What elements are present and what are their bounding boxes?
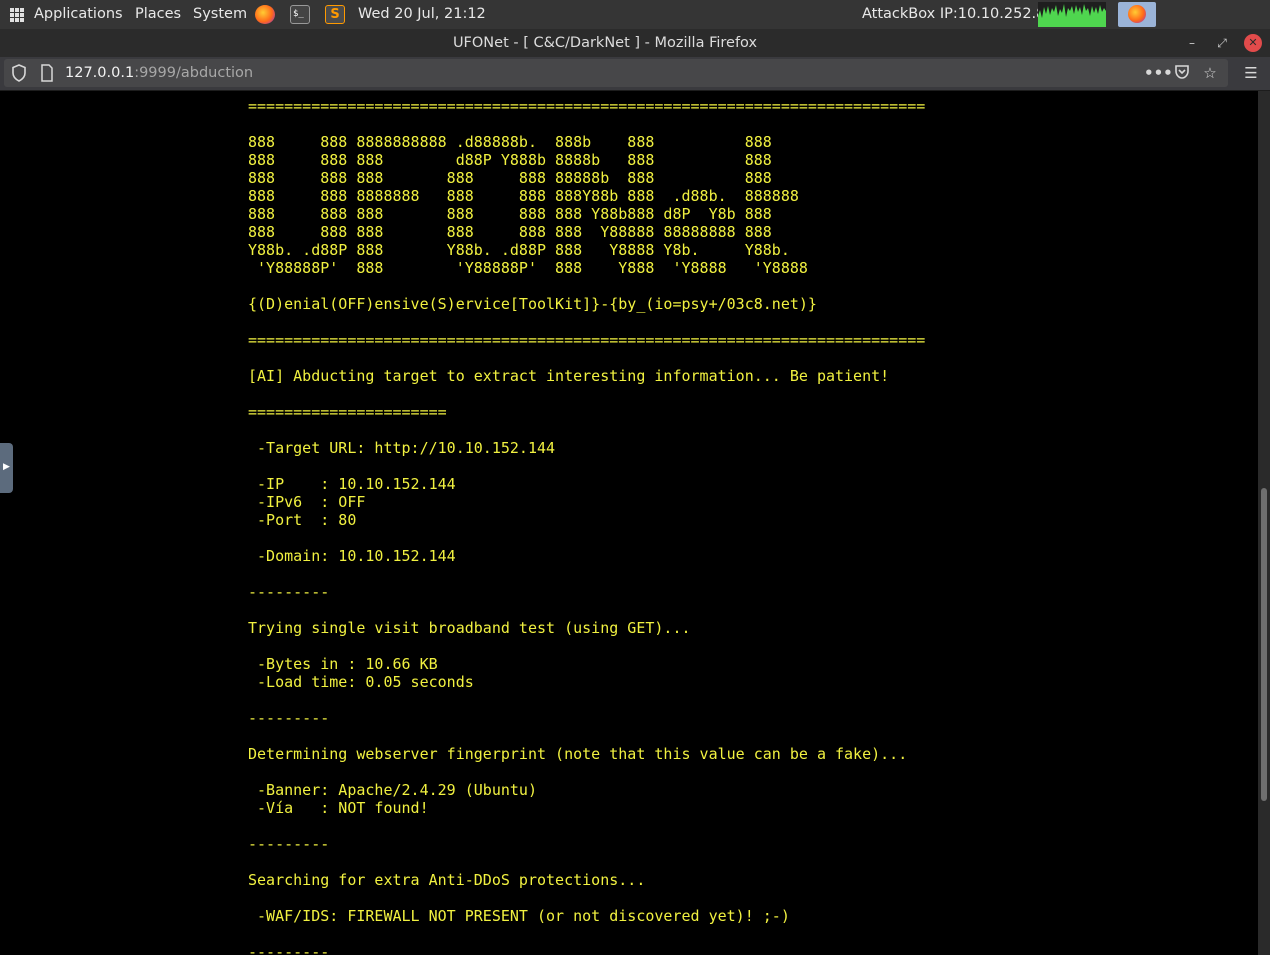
output-line: ========================================… [248,97,926,115]
window-title: UFONet - [ C&C/DarkNet ] - Mozilla Firef… [452,35,758,51]
output-line: 888 888 8888888 888 888 888Y88b 888 .d88… [248,187,799,205]
top-panel: Applications Places System $_ S Wed 20 J… [0,0,1270,29]
output-line: -IP : 10.10.152.144 [248,475,456,493]
output-line: --------- [248,835,330,853]
output-line: --------- [248,583,330,601]
side-panel-handle[interactable]: ▶ [0,443,13,493]
pocket-icon[interactable] [1173,64,1191,82]
output-line: Searching for extra Anti-DDoS protection… [248,871,646,889]
network-monitor-graph [1038,2,1106,27]
output-line: -Target URL: http://10.10.152.144 [248,439,556,457]
output-line: Y88b. .d88P 888 Y88b. .d88P 888 Y8888 Y8… [248,241,790,259]
window-title-bar: UFONet - [ C&C/DarkNet ] - Mozilla Firef… [0,29,1270,57]
output-line: -Domain: 10.10.152.144 [248,547,456,565]
output-line: {(D)enial(OFF)ensive(S)ervice[ToolKit]}-… [248,295,817,313]
output-line: 888 888 888 d88P Y888b 8888b 888 888 [248,151,772,169]
output-line: 888 888 8888888888 .d88888b. 888b 888 88… [248,133,772,151]
firefox-window-button[interactable] [1118,2,1156,27]
output-line: ====================== [248,403,447,421]
output-line: [AI] Abducting target to extract interes… [248,367,890,385]
output-line: -WAF/IDS: FIREWALL NOT PRESENT (or not d… [248,907,790,925]
output-line: 'Y88888P' 888 'Y88888P' 888 Y888 'Y8888 … [248,259,808,277]
output-line: -IPv6 : OFF [248,493,366,511]
output-line: 888 888 888 888 888 888 Y88b888 d8P Y8b … [248,205,772,223]
output-line: -Load time: 0.05 seconds [248,673,474,691]
maximize-icon[interactable]: ⤢ [1213,34,1231,52]
url-bar[interactable]: 127.0.0.1:9999/abduction ••• ☆ [4,59,1228,87]
output-line: 888 888 888 888 888 88888b 888 888 [248,169,772,187]
url-path: :9999/abduction [134,65,254,81]
grid-icon[interactable] [10,8,24,22]
hamburger-menu-icon[interactable]: ☰ [1242,64,1260,82]
sublime-text-icon[interactable]: S [325,5,345,24]
output-line: --------- [248,943,330,955]
clock[interactable]: Wed 20 Jul, 21:12 [358,0,486,29]
output-line: -Bytes in : 10.66 KB [248,655,438,673]
navigation-bar: 127.0.0.1:9999/abduction ••• ☆ ☰ [0,57,1270,91]
scrollbar[interactable] [1258,91,1270,955]
output-line: Trying single visit broadband test (usin… [248,619,691,637]
bookmark-star-icon[interactable]: ☆ [1201,64,1219,82]
scrollbar-thumb[interactable] [1261,488,1267,801]
terminal-glyph: $_ [293,9,304,19]
output-line: 888 888 888 888 888 888 Y88888 88888888 … [248,223,772,241]
output-line: --------- [248,709,330,727]
system-menu[interactable]: System [193,0,247,29]
close-icon[interactable]: ✕ [1244,34,1262,52]
output-line: -Vía : NOT found! [248,799,429,817]
tracking-protection-icon[interactable] [10,64,28,82]
url-text[interactable]: 127.0.0.1:9999/abduction [65,59,253,87]
page-info-icon[interactable] [38,64,56,82]
firefox-icon [1128,5,1146,23]
output-line: Determining webserver fingerprint (note … [248,745,908,763]
applications-menu[interactable]: Applications [34,0,123,29]
url-host: 127.0.0.1 [65,65,135,81]
page-content: ========================================… [0,91,1258,955]
firefox-icon[interactable] [255,5,275,24]
places-menu[interactable]: Places [135,0,181,29]
more-actions-icon[interactable]: ••• [1144,64,1173,82]
output-line: -Banner: Apache/2.4.29 (Ubuntu) [248,781,537,799]
output-line: ========================================… [248,331,926,349]
ufonet-output: ========================================… [248,97,925,955]
terminal-icon[interactable]: $_ [290,5,310,24]
minimize-icon[interactable]: – [1183,34,1201,52]
chevron-right-icon: ▶ [3,462,10,472]
output-line: -Port : 80 [248,511,357,529]
attackbox-ip: AttackBox IP:10.10.252.80 [862,6,1055,22]
